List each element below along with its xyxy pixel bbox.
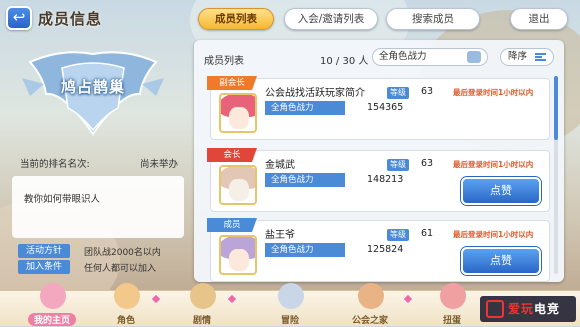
notification-dot-icon (402, 293, 414, 305)
guild-emblem: 鸠占鹊巢 (22, 48, 164, 140)
description-text: 教你如何带眼识人 (24, 194, 101, 205)
member-avatar[interactable] (219, 93, 257, 133)
member-list-panel: 成员列表 10 / 30 人 全角色战力 降序 副会长 公会战找活跃玩家简介 等… (194, 40, 564, 282)
member-count: 10 / 30 人 (320, 56, 369, 67)
join-condition-row: 加入条件 任何人都可以加入 (12, 260, 184, 274)
level-value: 61 (421, 228, 434, 239)
activity-policy-row: 活动方针 团队战2000名以内 (12, 244, 184, 258)
guild-name: 鸠占鹊巢 (60, 78, 125, 96)
gacha-icon (440, 283, 466, 309)
nav-adventure[interactable]: 冒险 (260, 283, 320, 327)
member-name: 公会战找活跃玩家简介 (265, 88, 365, 99)
filter-value: 全角色战力 (379, 51, 427, 62)
level-value: 63 (421, 158, 434, 169)
role-badge: 会长 (207, 148, 257, 162)
sword-icon (278, 283, 304, 309)
filter-icon (467, 51, 481, 63)
character-icon (114, 283, 140, 309)
like-button[interactable]: 点赞 (461, 247, 541, 275)
back-arrow-icon: ↩ (12, 8, 26, 26)
member-card[interactable]: 副会长 公会战找活跃玩家简介 等级 63 最后登录时间1小时以内 全角色战力 1… (207, 76, 550, 140)
tab-search-member[interactable]: 搜索成员 (386, 8, 480, 30)
rank-value: 尚未举办 (139, 159, 178, 170)
sort-label: 降序 (508, 51, 528, 62)
nav-label: 公会之家 (351, 316, 388, 326)
power-label: 全角色战力 (265, 101, 345, 115)
nav-label: 扭蛋 (442, 316, 461, 326)
nav-home[interactable]: 我的主页 (22, 283, 82, 327)
member-avatar[interactable] (219, 165, 257, 205)
activity-value: 团队战2000名以内 (84, 248, 161, 258)
join-label: 加入条件 (18, 260, 70, 274)
tab-member-list[interactable]: 成员列表 (198, 8, 274, 30)
like-button[interactable]: 点赞 (461, 177, 541, 205)
screen-title: 成员信息 (38, 10, 103, 28)
power-value: 154365 (367, 102, 404, 113)
level-value: 63 (421, 86, 434, 97)
exit-button[interactable]: 退出 (510, 8, 568, 30)
power-value: 148213 (367, 174, 404, 185)
sort-button[interactable]: 降序 (500, 48, 554, 66)
level-label: 等级 (387, 159, 409, 171)
top-bar: ↩ 成员信息 成员列表 入会/邀请列表 搜索成员 退出 (0, 0, 580, 38)
last-login: 最后登录时间1小时以内 (453, 160, 534, 169)
tab-invite-list[interactable]: 入会/邀请列表 (284, 8, 378, 30)
nav-character[interactable]: 角色 (96, 283, 156, 327)
role-badge: 副会长 (207, 76, 257, 90)
power-label: 全角色战力 (265, 173, 345, 187)
nav-label: 冒险 (280, 316, 299, 326)
level-label: 等级 (387, 87, 409, 99)
member-name: 盐王爷 (265, 230, 295, 241)
watermark-logo-icon (486, 300, 504, 318)
nav-label: 角色 (116, 316, 135, 326)
home-icon (40, 283, 66, 309)
guild-description: 教你如何带眼识人 (12, 176, 184, 238)
power-value: 125824 (367, 244, 404, 255)
member-card[interactable]: 会长 金城武 等级 63 最后登录时间1小时以内 全角色战力 148213 点赞 (207, 148, 550, 212)
last-login: 最后登录时间1小时以内 (453, 230, 534, 239)
join-value: 任何人都可以加入 (84, 264, 157, 274)
back-button[interactable]: ↩ (6, 6, 32, 30)
activity-label: 活动方针 (18, 244, 70, 258)
rank-label: 当前的排名名次: (20, 159, 90, 170)
power-filter-select[interactable]: 全角色战力 (372, 48, 488, 66)
nav-story[interactable]: 剧情 (172, 283, 232, 327)
last-login: 最后登录时间1小时以内 (453, 88, 534, 97)
story-book-icon (190, 283, 216, 309)
role-badge: 成员 (207, 218, 257, 232)
member-name: 金城武 (265, 160, 295, 171)
power-label: 全角色战力 (265, 243, 345, 257)
level-label: 等级 (387, 229, 409, 241)
nav-label: 剧情 (192, 316, 211, 326)
member-avatar[interactable] (219, 235, 257, 275)
site-watermark: 爱玩电竞 (480, 296, 576, 322)
scrollbar[interactable] (554, 76, 558, 274)
watermark-text: 爱玩电竞 (508, 302, 561, 316)
member-card[interactable]: 成员 盐王爷 等级 61 最后登录时间1小时以内 全角色战力 125824 点赞 (207, 218, 550, 282)
list-title: 成员列表 (204, 56, 244, 67)
rank-row: 当前的排名名次: 尚未举办 (12, 152, 184, 172)
guild-house-icon (358, 283, 384, 309)
scroll-thumb[interactable] (554, 76, 558, 140)
nav-guild-house[interactable]: 公会之家 (340, 283, 400, 327)
nav-gacha[interactable]: 扭蛋 (422, 283, 482, 327)
nav-label: 我的主页 (28, 313, 76, 326)
sort-icon (535, 53, 546, 61)
